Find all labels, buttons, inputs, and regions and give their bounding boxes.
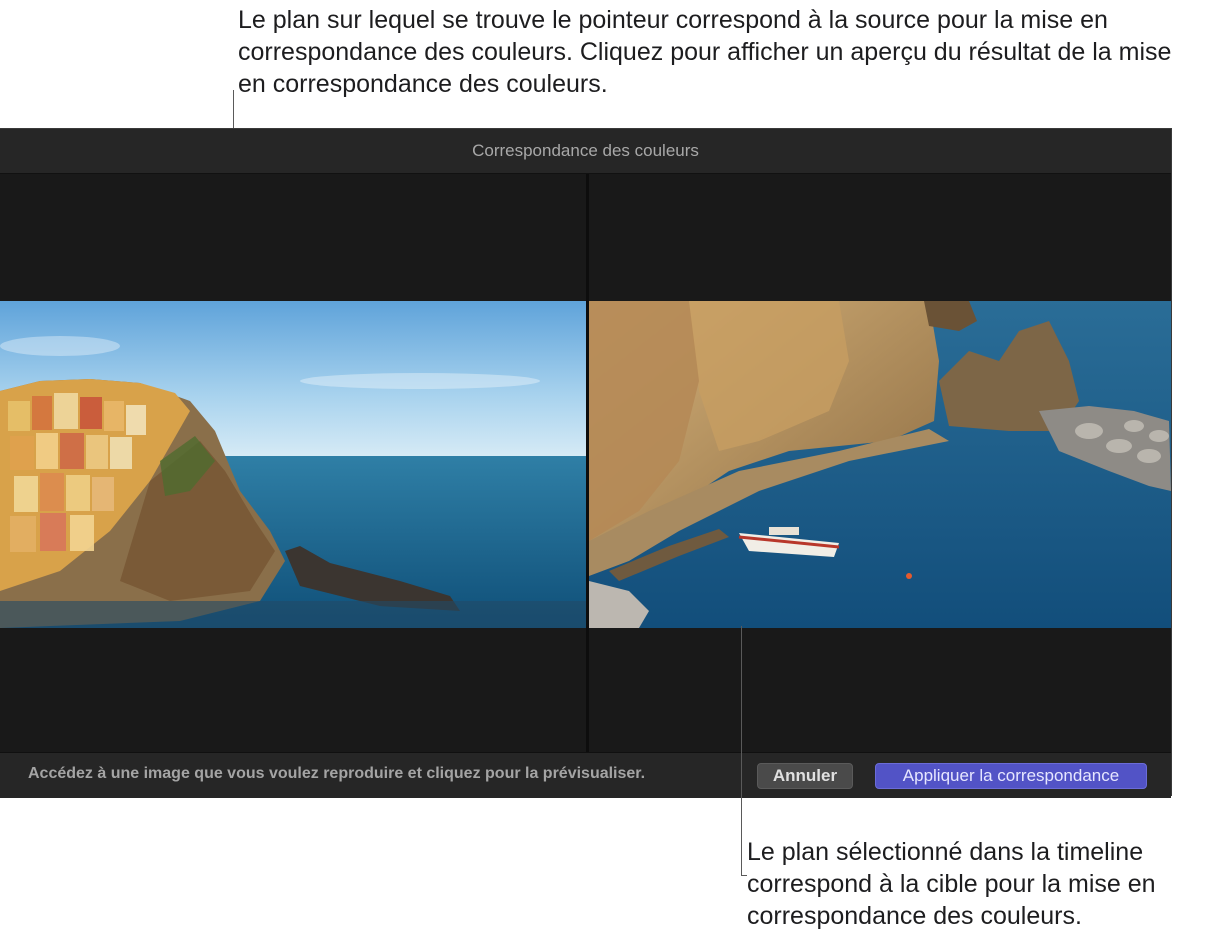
- source-viewer[interactable]: [0, 174, 586, 752]
- action-bar: Accédez à une image que vous voulez repr…: [0, 752, 1171, 798]
- window-title: Correspondance des couleurs: [0, 129, 1171, 174]
- color-match-window: Correspondance des couleurs Accédez à un…: [0, 128, 1172, 798]
- cancel-button[interactable]: Annuler: [757, 763, 853, 789]
- target-viewer[interactable]: [589, 174, 1171, 752]
- instruction-text: Accédez à une image que vous voulez repr…: [28, 765, 646, 782]
- callout-leader-line-bottom: [741, 626, 742, 876]
- target-frame-image[interactable]: [589, 301, 1171, 628]
- source-frame-image[interactable]: [0, 301, 586, 628]
- callout-target-clip: Le plan sélectionné dans la timeline cor…: [747, 838, 1156, 930]
- callout-source-clip: Le plan sur lequel se trouve le pointeur…: [238, 6, 1172, 98]
- apply-match-button[interactable]: Appliquer la correspondance: [875, 763, 1147, 789]
